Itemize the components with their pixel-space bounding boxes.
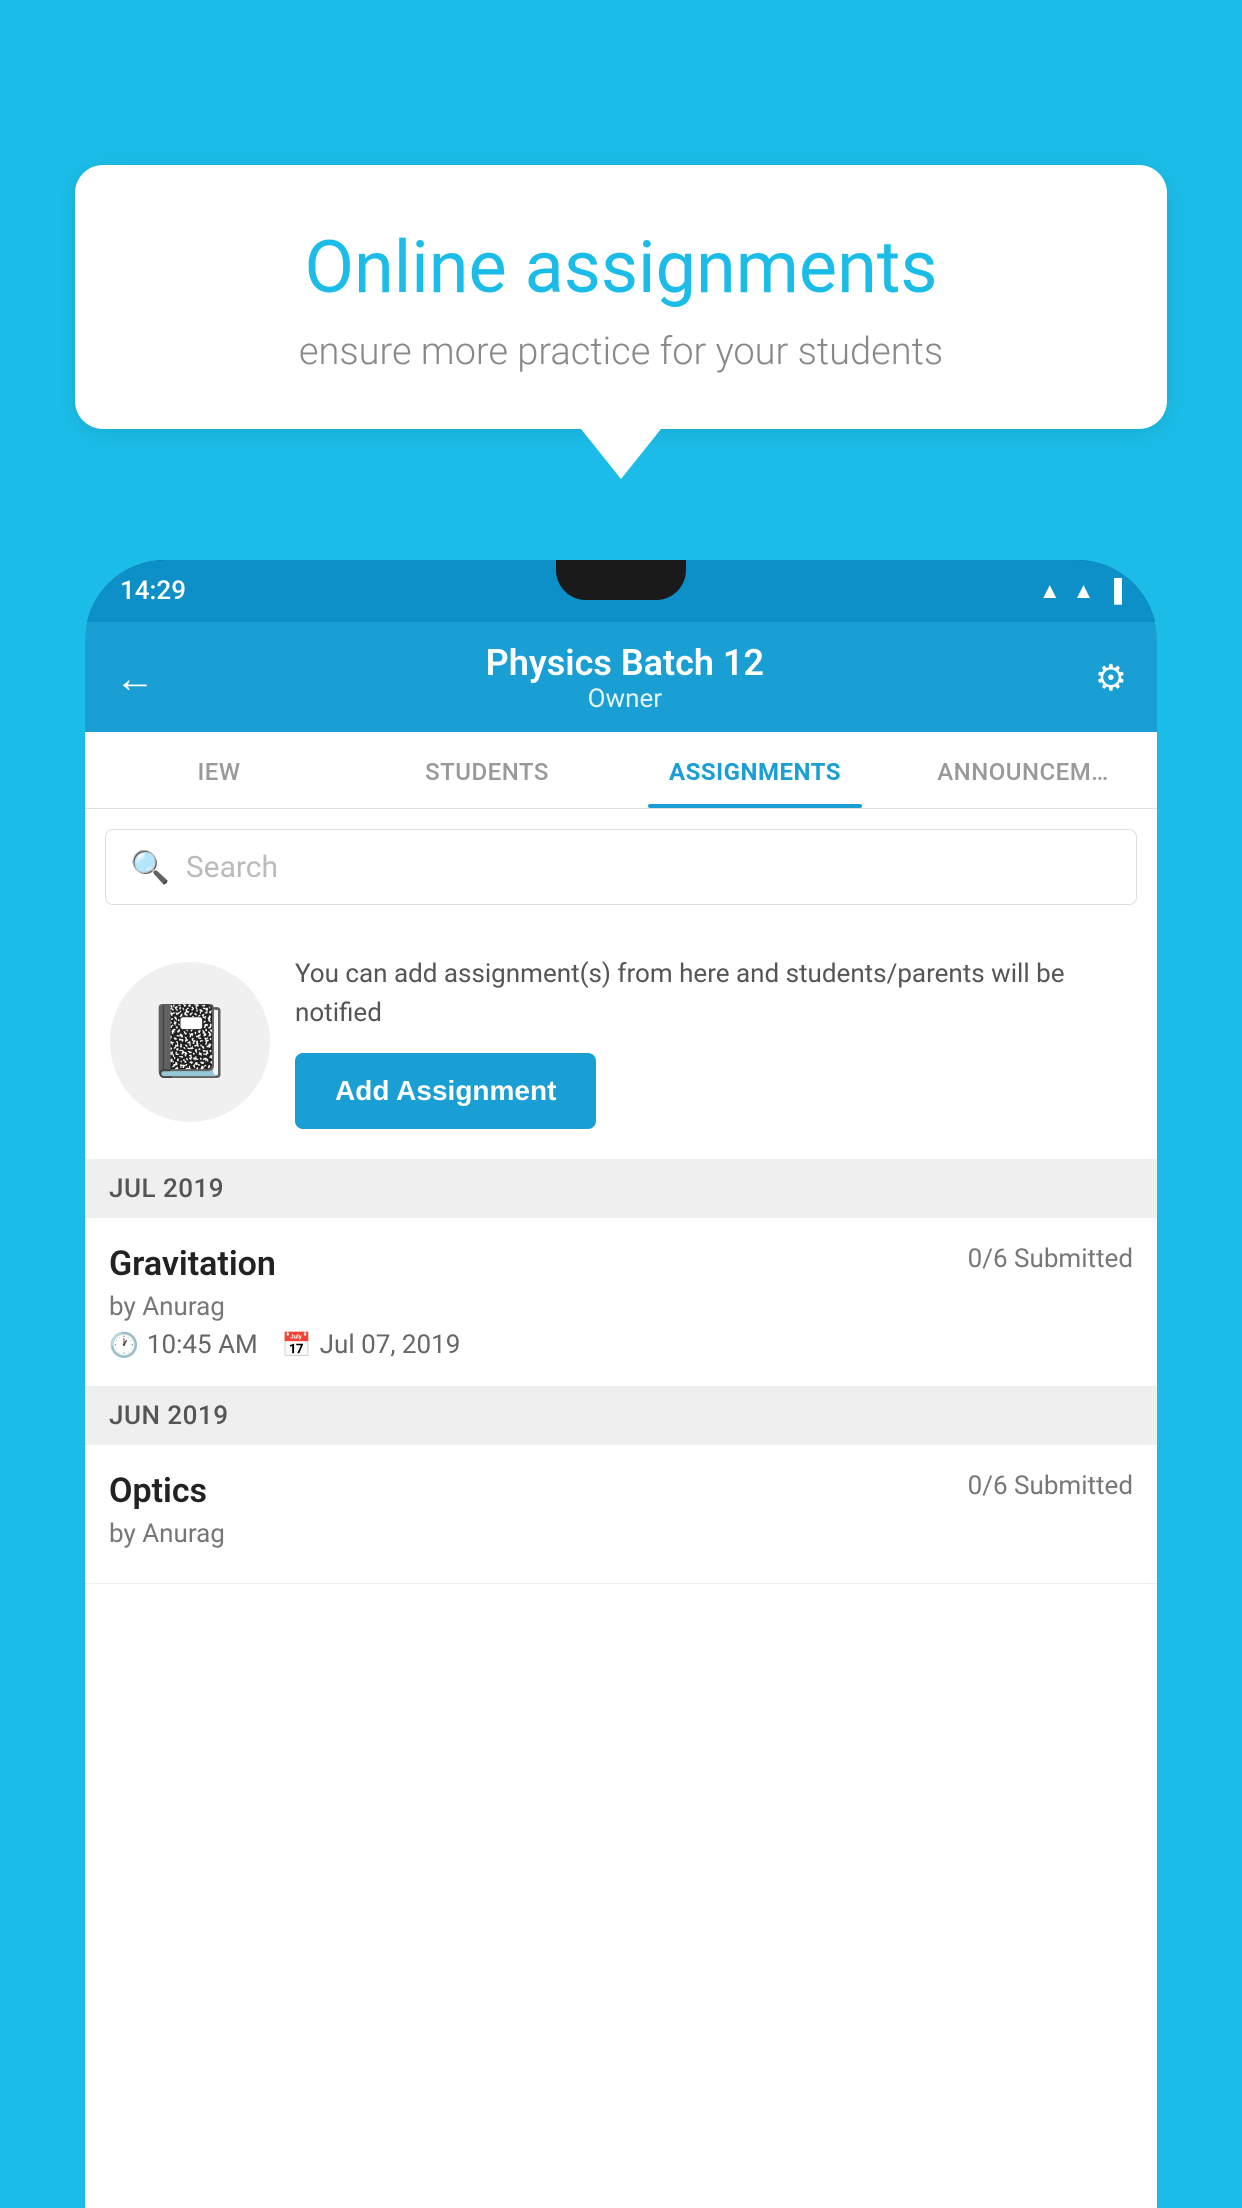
content-area: 🔍 Search 📓 You can add assignment(s) fro… (85, 809, 1157, 2208)
assignment-submitted-gravitation: 0/6 Submitted (968, 1244, 1133, 1274)
assignment-name-optics: Optics (109, 1471, 207, 1511)
speech-bubble-title: Online assignments (145, 225, 1097, 310)
tabs-bar: IEW STUDENTS ASSIGNMENTS ANNOUNCEM… (85, 732, 1157, 809)
section-header-jul: JUL 2019 (85, 1160, 1157, 1218)
header-title-group: Physics Batch 12 Owner (486, 642, 764, 714)
back-button[interactable]: ← (115, 655, 155, 702)
assignment-date-gravitation: Jul 07, 2019 (320, 1330, 461, 1360)
battery-icon: ▐ (1106, 578, 1122, 604)
speech-bubble-arrow (581, 429, 661, 479)
app-header: ← Physics Batch 12 Owner ⚙ (85, 622, 1157, 732)
promo-text-area: You can add assignment(s) from here and … (295, 955, 1132, 1129)
tab-announcements[interactable]: ANNOUNCEM… (889, 732, 1157, 808)
promo-section: 📓 You can add assignment(s) from here an… (85, 925, 1157, 1160)
wifi-icon: ▲ (1039, 578, 1061, 604)
search-bar[interactable]: 🔍 Search (105, 829, 1137, 905)
assignment-item-gravitation[interactable]: Gravitation 0/6 Submitted by Anurag 🕐 10… (85, 1218, 1157, 1387)
speech-bubble-subtitle: ensure more practice for your students (145, 330, 1097, 374)
meta-date-gravitation: 📅 Jul 07, 2019 (282, 1330, 461, 1360)
assignment-item-optics[interactable]: Optics 0/6 Submitted by Anurag (85, 1445, 1157, 1584)
tab-students[interactable]: STUDENTS (353, 732, 621, 808)
assignment-time-gravitation: 10:45 AM (147, 1330, 258, 1360)
batch-subtitle: Owner (486, 684, 764, 714)
phone-screen: ← Physics Batch 12 Owner ⚙ IEW STUDENTS … (85, 622, 1157, 2208)
clock-icon: 🕐 (109, 1331, 139, 1359)
speech-bubble: Online assignments ensure more practice … (75, 165, 1167, 429)
tab-assignments[interactable]: ASSIGNMENTS (621, 732, 889, 808)
add-assignment-button[interactable]: Add Assignment (295, 1053, 596, 1129)
assignment-by-gravitation: by Anurag (109, 1292, 1133, 1322)
assignment-top-row-optics: Optics 0/6 Submitted (109, 1471, 1133, 1511)
phone-frame: 14:29 ▲ ▲ ▐ ← Physics Batch 12 Owner ⚙ I… (85, 560, 1157, 2208)
assignment-submitted-optics: 0/6 Submitted (968, 1471, 1133, 1501)
settings-button[interactable]: ⚙ (1095, 657, 1127, 699)
tab-iew[interactable]: IEW (85, 732, 353, 808)
notebook-icon: 📓 (146, 1001, 233, 1083)
search-container: 🔍 Search (85, 809, 1157, 925)
assignment-top-row: Gravitation 0/6 Submitted (109, 1244, 1133, 1284)
assignment-by-optics: by Anurag (109, 1519, 1133, 1549)
speech-bubble-container: Online assignments ensure more practice … (75, 165, 1167, 479)
promo-icon-circle: 📓 (110, 962, 270, 1122)
assignment-name-gravitation: Gravitation (109, 1244, 276, 1284)
status-icons: ▲ ▲ ▐ (1039, 578, 1122, 604)
batch-title: Physics Batch 12 (486, 642, 764, 684)
assignment-meta-gravitation: 🕐 10:45 AM 📅 Jul 07, 2019 (109, 1330, 1133, 1360)
phone-notch (556, 560, 686, 600)
search-placeholder: Search (186, 850, 278, 885)
meta-time-gravitation: 🕐 10:45 AM (109, 1330, 258, 1360)
section-header-jun: JUN 2019 (85, 1387, 1157, 1445)
calendar-icon: 📅 (282, 1331, 312, 1359)
promo-description: You can add assignment(s) from here and … (295, 955, 1132, 1033)
search-icon: 🔍 (130, 848, 170, 886)
signal-icon: ▲ (1073, 578, 1095, 604)
